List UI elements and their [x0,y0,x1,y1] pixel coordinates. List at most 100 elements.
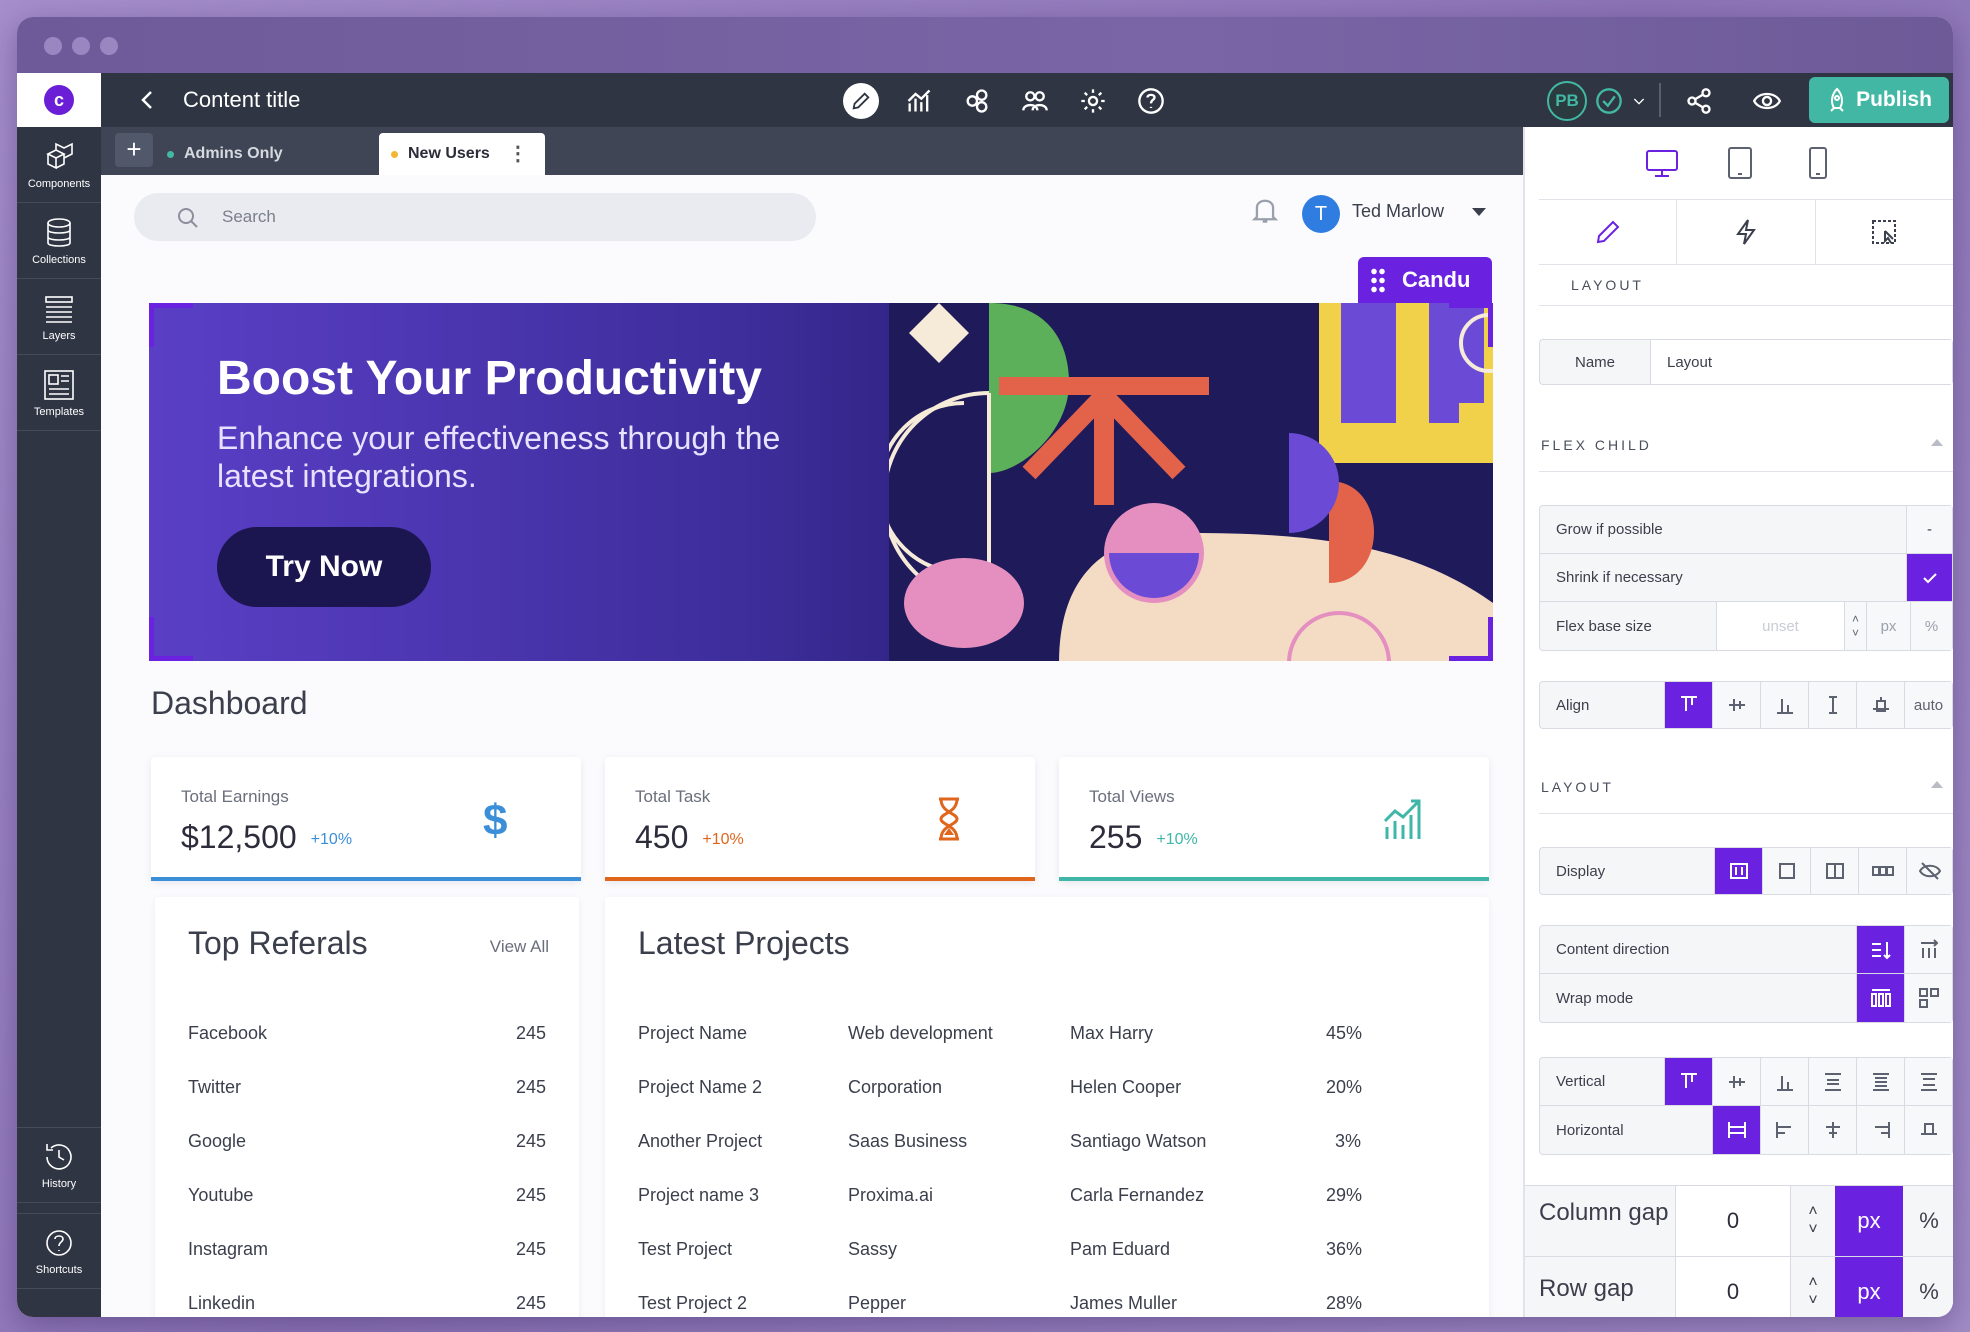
device-switcher [1525,127,1953,199]
align-end-button[interactable] [1760,682,1808,728]
horizontal-center-button[interactable] [1808,1106,1856,1154]
back-arrow-icon[interactable] [135,87,161,113]
vertical-bottom-button[interactable] [1760,1058,1808,1105]
users-icon[interactable] [1017,83,1053,119]
chevron-down-icon[interactable] [1629,83,1649,119]
tab-interactions[interactable] [1677,200,1816,264]
drag-handle-icon[interactable] [1370,267,1386,293]
unit-percent[interactable]: % [1910,602,1952,650]
shrink-toggle[interactable] [1906,554,1952,601]
column-gap-input[interactable]: 0 [1675,1186,1791,1256]
settings-gear-icon[interactable] [1075,83,1111,119]
direction-row-button[interactable] [1904,926,1952,973]
segments-icon[interactable] [959,83,995,119]
sidebar-item-shortcuts[interactable]: Shortcuts [17,1213,101,1289]
name-input[interactable]: Layout [1650,340,1952,384]
hourglass-icon [939,797,959,841]
wrap-wrap-button[interactable] [1904,974,1952,1022]
status-check-icon[interactable] [1591,83,1627,119]
row-gap-stepper[interactable]: ˄ ˅ [1791,1257,1835,1317]
view-all-link[interactable]: View All [490,937,549,957]
analytics-icon[interactable] [901,83,937,119]
flex-base-stepper[interactable]: ˄ ˅ [1844,602,1866,650]
horizontal-left-button[interactable] [1760,1106,1808,1154]
align-start-button[interactable] [1664,682,1712,728]
align-auto-button[interactable]: auto [1904,682,1952,728]
align-center-button[interactable] [1712,682,1760,728]
content-title[interactable]: Content title [183,85,300,115]
hero-banner[interactable]: Boost Your Productivity Enhance your eff… [149,303,1493,661]
vertical-center-button[interactable] [1712,1058,1760,1105]
user-avatar-badge[interactable]: PB [1547,81,1587,121]
search-input[interactable]: Search [134,193,816,241]
try-now-button[interactable]: Try Now [217,527,431,607]
column-gap-stepper[interactable]: ˄ ˅ [1791,1186,1835,1256]
desktop-icon[interactable] [1645,146,1679,180]
selection-corner-handle[interactable] [1449,303,1493,347]
text-cursor-icon [1828,696,1837,714]
flex-base-input[interactable]: unset [1716,602,1844,650]
selection-corner-handle[interactable] [1449,617,1493,661]
align-baseline-button[interactable] [1856,682,1904,728]
grow-toggle[interactable]: - [1906,506,1952,553]
row-gap-unit-percent[interactable]: % [1903,1257,1953,1317]
collapse-caret-icon[interactable] [1931,781,1943,788]
window-maximize-dot[interactable] [100,37,118,55]
add-tab-button[interactable]: + [115,133,153,167]
align-baseline-icon [1920,1123,1937,1135]
sidebar-item-layers[interactable]: Layers [17,279,101,355]
align-stretch-button[interactable] [1808,682,1856,728]
user-avatar[interactable]: T [1302,195,1340,233]
sidebar-item-label: Components [27,177,91,190]
selection-corner-handle[interactable] [149,617,193,661]
column-gap-unit-px[interactable]: px [1835,1186,1903,1256]
tab-new-users[interactable]: New Users ⋮ [379,133,545,175]
tablet-icon[interactable] [1723,146,1757,180]
help-question-icon[interactable] [1133,83,1169,119]
candu-selection-label[interactable]: Candu [1358,257,1492,303]
window-close-dot[interactable] [44,37,62,55]
horizontal-right-button[interactable] [1856,1106,1904,1154]
unit-px[interactable]: px [1866,602,1910,650]
share-icon[interactable] [1681,83,1717,119]
notification-bell-icon[interactable] [1251,195,1279,225]
column-gap-unit-percent[interactable]: % [1903,1186,1953,1256]
display-none-button[interactable] [1906,848,1952,894]
flex-child-group: Grow if possible - Shrink if necessary F… [1539,505,1953,651]
tab-more-icon[interactable]: ⋮ [508,144,528,164]
history-icon [46,1144,72,1170]
vertical-space-between-button[interactable] [1856,1058,1904,1105]
publish-button[interactable]: Publish [1809,77,1949,123]
tab-admins-only[interactable]: Admins Only [167,133,307,175]
row-gap-input[interactable]: 0 [1675,1257,1791,1317]
display-inline-button[interactable] [1858,848,1906,894]
window-minimize-dot[interactable] [72,37,90,55]
tab-style[interactable] [1539,200,1678,264]
vertical-space-around-button[interactable] [1808,1058,1856,1105]
sidebar-item-components[interactable]: Components [17,127,101,203]
selection-corner-handle[interactable] [149,303,193,347]
horizontal-row: Horizontal [1540,1106,1952,1154]
horizontal-baseline-button[interactable] [1904,1106,1952,1154]
row-gap-unit-px[interactable]: px [1835,1257,1903,1317]
grow-row: Grow if possible - [1540,506,1952,554]
display-inline-block-button[interactable] [1810,848,1858,894]
display-block-button[interactable] [1762,848,1810,894]
sidebar-item-templates[interactable]: Templates [17,355,101,431]
candu-logo[interactable]: c [17,73,101,127]
vertical-space-evenly-button[interactable] [1904,1058,1952,1105]
preview-eye-icon[interactable] [1749,83,1785,119]
edit-pencil-icon[interactable] [843,83,879,119]
horizontal-stretch-button[interactable] [1712,1106,1760,1154]
sidebar-item-collections[interactable]: Collections [17,203,101,279]
vertical-top-button[interactable] [1664,1058,1712,1105]
mobile-icon[interactable] [1801,146,1835,180]
display-flex-button[interactable] [1714,848,1762,894]
sidebar-item-history[interactable]: History [17,1127,101,1203]
user-name[interactable]: Ted Marlow [1352,201,1444,222]
collapse-caret-icon[interactable] [1931,439,1943,446]
tab-selection[interactable] [1816,200,1953,264]
user-menu-caret-icon[interactable] [1472,208,1486,216]
direction-column-button[interactable] [1856,926,1904,973]
wrap-nowrap-button[interactable] [1856,974,1904,1022]
